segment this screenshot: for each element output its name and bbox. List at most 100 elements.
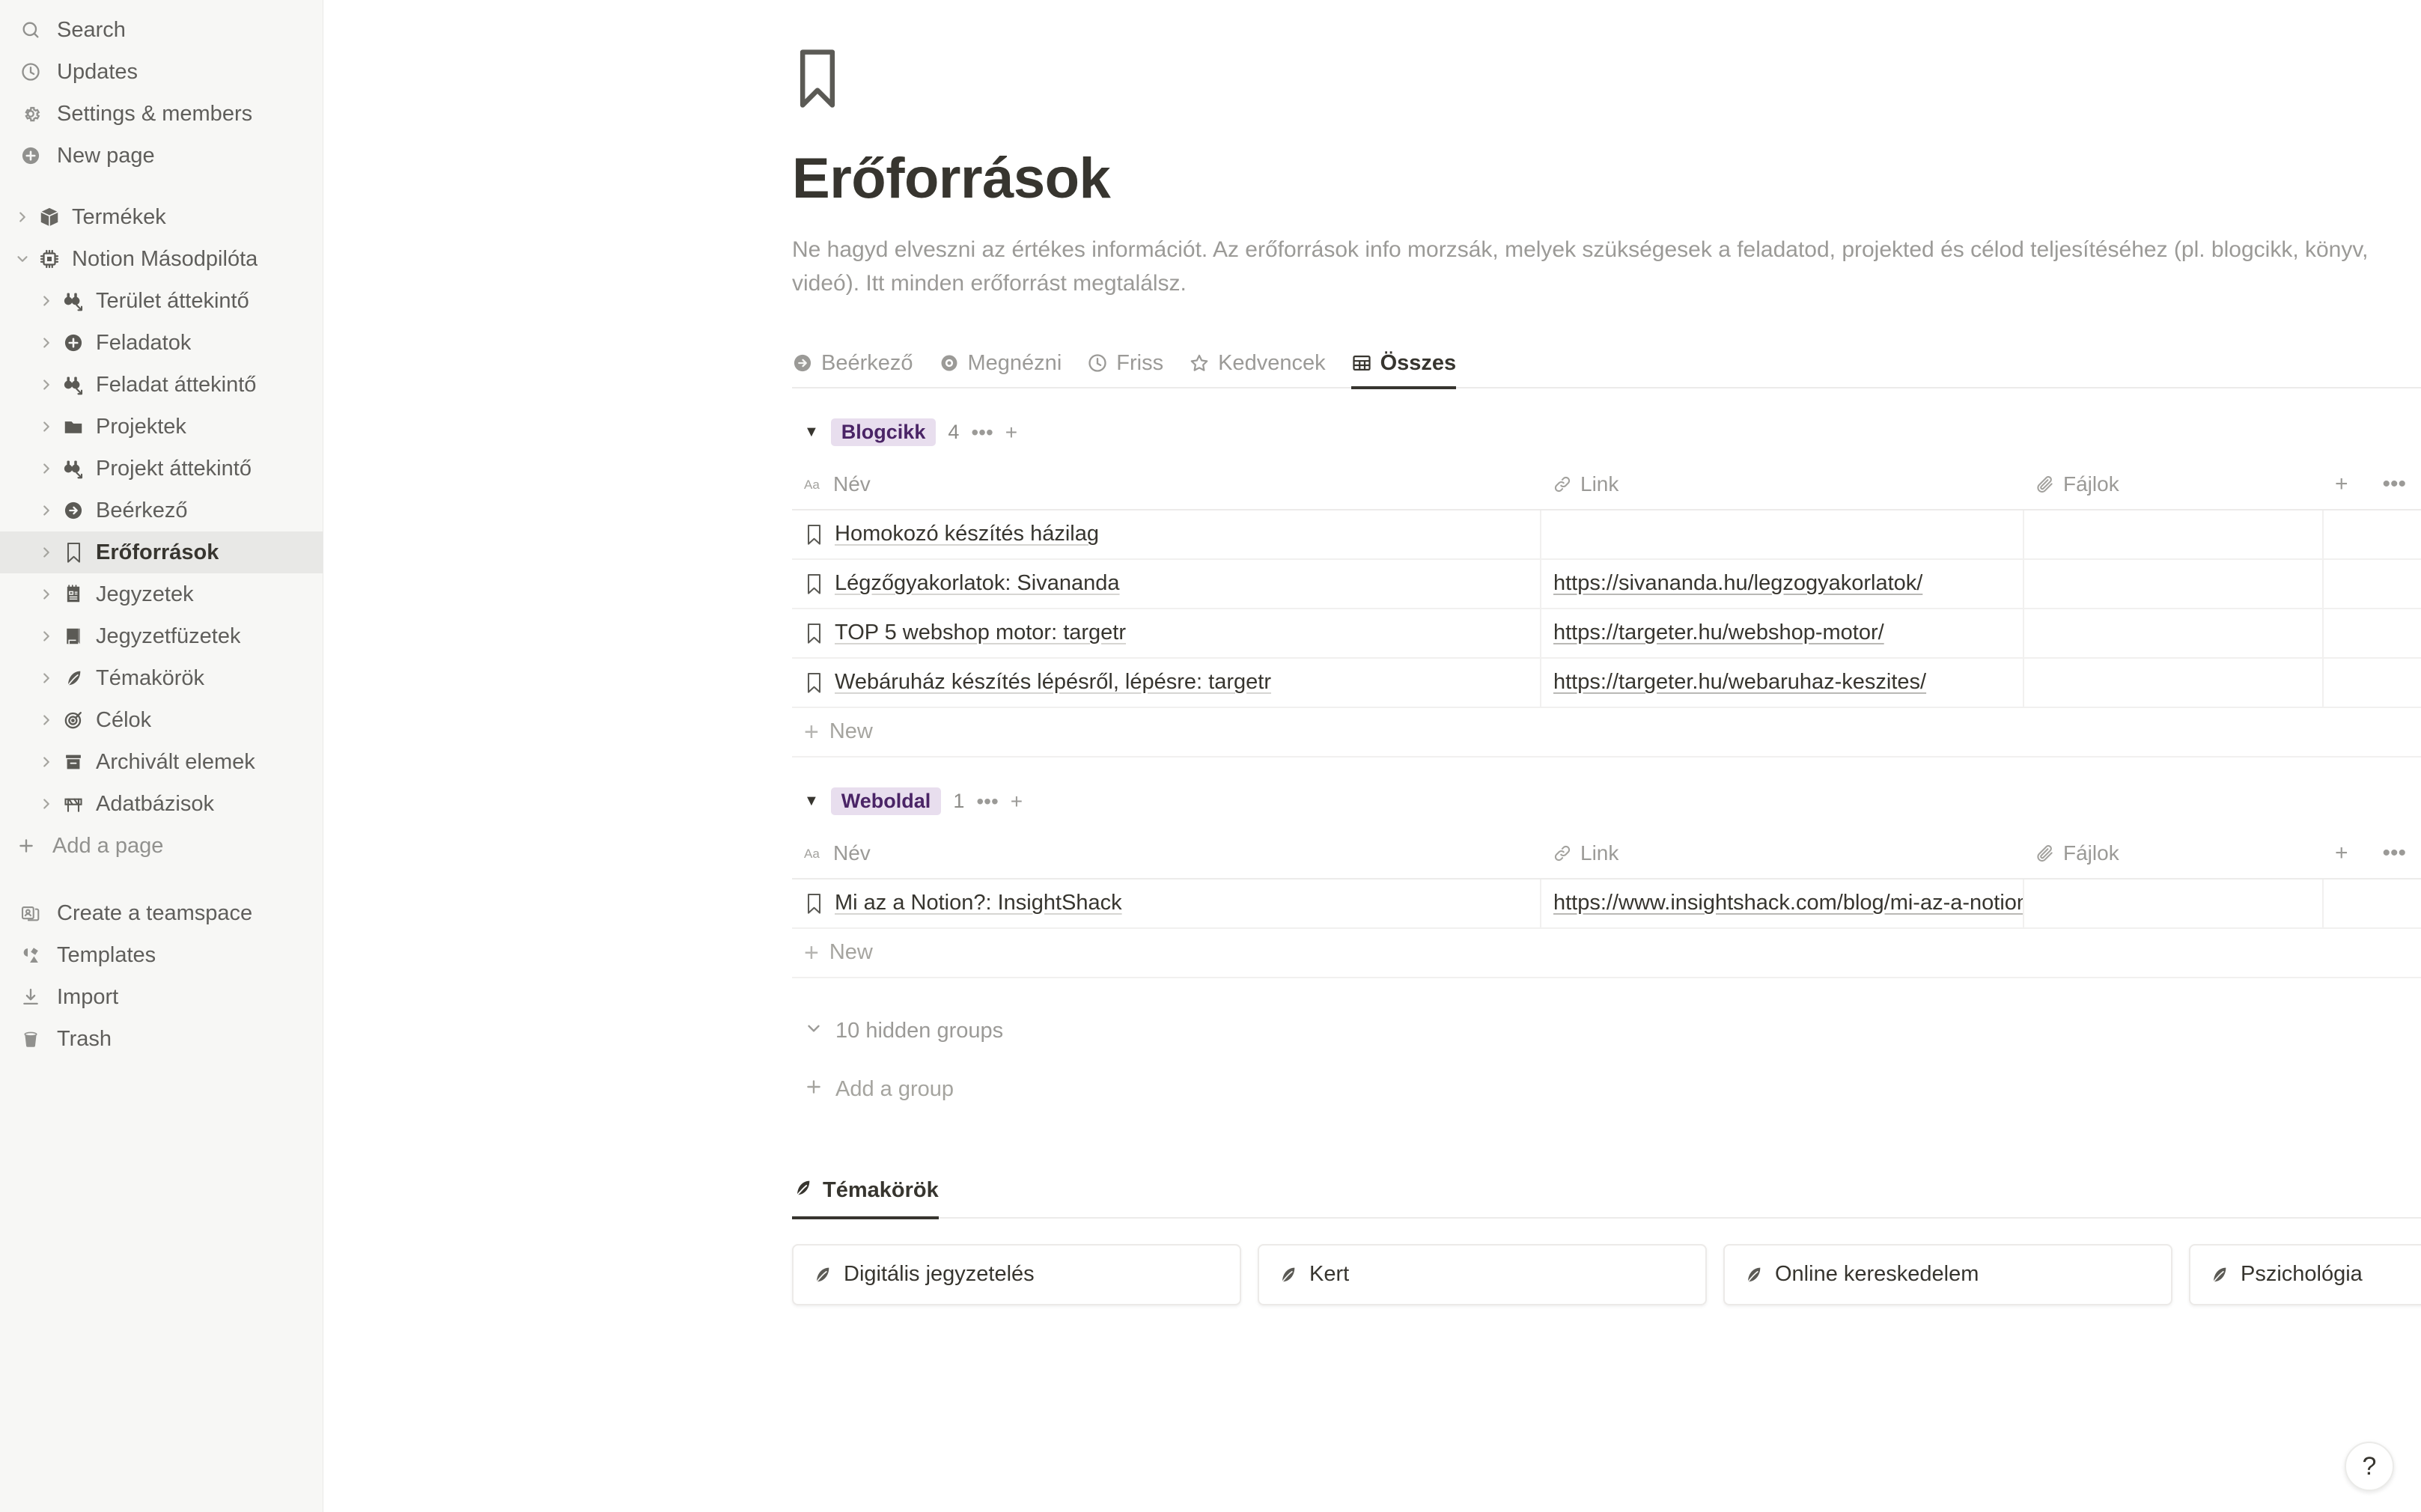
chevron-right-icon[interactable]: [34, 708, 58, 732]
cell-link[interactable]: https://sivananda.hu/legzogyakorlatok/: [1541, 558, 2024, 609]
sidebar-item-adatbázisok[interactable]: Adatbázisok: [0, 783, 323, 825]
cell-fajlok[interactable]: [2023, 608, 2324, 659]
chevron-right-icon[interactable]: [34, 415, 58, 439]
column-header-fajlok[interactable]: Fájlok: [2023, 460, 2323, 510]
chevron-right-icon[interactable]: [34, 499, 58, 522]
column-header-link[interactable]: Link: [1541, 460, 2023, 510]
sidebar-item-témakörök[interactable]: Témakörök: [0, 657, 323, 699]
temakor-card[interactable]: Kert: [1258, 1243, 1707, 1305]
cell-link[interactable]: https://targeter.hu/webaruhaz-keszites/: [1541, 657, 2024, 708]
table-row[interactable]: Homokozó készítés házilag: [792, 509, 2421, 560]
help-button[interactable]: ?: [2345, 1442, 2394, 1491]
group-add-button[interactable]: +: [1005, 421, 1017, 443]
group-name-tag[interactable]: Weboldal: [830, 787, 942, 816]
sidebar-item-updates[interactable]: Updates: [0, 51, 323, 93]
table-row[interactable]: Légzőgyakorlatok: Sivananda https://sivan…: [792, 558, 2421, 609]
chevron-right-icon[interactable]: [34, 582, 58, 606]
sidebar-item-search[interactable]: Search: [0, 9, 323, 51]
sidebar-item-new-page[interactable]: New page: [0, 135, 323, 177]
sidebar-item-terület-áttekintő[interactable]: Terület áttekintő: [0, 280, 323, 322]
row-link[interactable]: https://targeter.hu/webshop-motor/: [1553, 621, 2022, 645]
sidebar-item-projektek[interactable]: Projektek: [0, 406, 323, 448]
column-header-nev[interactable]: Aa Név: [792, 460, 1541, 510]
cell-fajlok[interactable]: [2023, 657, 2324, 708]
sidebar-top-nav: Search Updates Settings & members New page: [0, 9, 323, 177]
table-row[interactable]: Mi az a Notion?: InsightShack https://www…: [792, 878, 2421, 929]
view-tab-összes[interactable]: Összes: [1350, 351, 1457, 389]
sidebar-item-settings-members[interactable]: Settings & members: [0, 93, 323, 135]
view-tab-kedvencek[interactable]: Kedvencek: [1189, 351, 1326, 389]
sidebar-item-templates[interactable]: Templates: [0, 934, 323, 976]
chevron-right-icon[interactable]: [34, 331, 58, 355]
chevron-right-icon[interactable]: [34, 792, 58, 816]
cell-nev[interactable]: TOP 5 webshop motor: targetr: [792, 608, 1541, 659]
group-options-button[interactable]: •••: [971, 421, 993, 443]
column-header-link[interactable]: Link: [1541, 829, 2023, 880]
add-column-button[interactable]: +: [2335, 473, 2348, 496]
temakor-card[interactable]: Digitális jegyzetelés: [792, 1243, 1241, 1305]
column-header-fajlok[interactable]: Fájlok: [2023, 829, 2323, 880]
sidebar-add-a-page[interactable]: Add a page: [0, 825, 323, 867]
add-column-button[interactable]: +: [2335, 842, 2348, 865]
group-add-button[interactable]: +: [1011, 790, 1023, 812]
sidebar-item-archivált-elemek[interactable]: Archivált elemek: [0, 741, 323, 783]
chevron-down-icon[interactable]: ▼: [804, 793, 819, 810]
table-options-button[interactable]: •••: [2383, 473, 2407, 496]
hidden-groups-toggle[interactable]: 10 hidden groups: [792, 1019, 2376, 1044]
page-icon-bookmark-icon[interactable]: [792, 46, 2376, 115]
chevron-right-icon[interactable]: [34, 540, 58, 564]
cell-nev[interactable]: Mi az a Notion?: InsightShack: [792, 878, 1541, 929]
table-options-button[interactable]: •••: [2383, 842, 2407, 865]
sidebar-item-jegyzetek[interactable]: Jegyzetek: [0, 573, 323, 615]
sidebar-item-import[interactable]: Import: [0, 976, 323, 1018]
temakor-card[interactable]: Pszichológia: [2189, 1243, 2421, 1305]
view-tab-friss[interactable]: Friss: [1087, 351, 1163, 389]
chevron-right-icon[interactable]: [10, 205, 34, 229]
temakor-card[interactable]: Online kereskedelem: [1723, 1243, 2172, 1305]
cell-fajlok[interactable]: [2023, 878, 2324, 929]
chevron-right-icon[interactable]: [34, 457, 58, 481]
sidebar-item-erőforrások[interactable]: Erőforrások: [0, 531, 323, 573]
sidebar-item-célok[interactable]: Célok: [0, 699, 323, 741]
sidebar-item-projekt-áttekintő[interactable]: Projekt áttekintő: [0, 448, 323, 490]
new-row-button[interactable]: + New: [792, 708, 2421, 757]
row-link[interactable]: https://targeter.hu/webaruhaz-keszites/: [1553, 670, 2022, 695]
chevron-right-icon[interactable]: [34, 373, 58, 397]
cell-link[interactable]: https://www.insightshack.com/blog/mi-az-…: [1541, 878, 2024, 929]
cell-nev[interactable]: Homokozó készítés házilag: [792, 509, 1541, 560]
chevron-right-icon[interactable]: [34, 624, 58, 648]
cell-link[interactable]: https://targeter.hu/webshop-motor/: [1541, 608, 2024, 659]
sidebar-item-trash[interactable]: Trash: [0, 1018, 323, 1060]
chevron-down-icon[interactable]: ▼: [804, 424, 819, 441]
sidebar-item-create-a-teamspace[interactable]: Create a teamspace: [0, 892, 323, 934]
chevron-right-icon[interactable]: [34, 289, 58, 313]
sidebar-item-feladatok[interactable]: Feladatok: [0, 322, 323, 364]
chevron-right-icon[interactable]: [34, 750, 58, 774]
group-options-button[interactable]: •••: [976, 790, 998, 812]
tab-temakorok[interactable]: Témakörök: [792, 1177, 939, 1219]
chevron-down-icon[interactable]: [10, 247, 34, 271]
view-tab-megnézni[interactable]: Megnézni: [939, 351, 1062, 389]
cell-link[interactable]: [1541, 509, 2024, 560]
sidebar-item-label: Feladatok: [96, 330, 192, 355]
group-name-tag[interactable]: Blogcikk: [830, 418, 937, 447]
sidebar-item-beérkező[interactable]: Beérkező: [0, 490, 323, 531]
row-link[interactable]: https://sivananda.hu/legzogyakorlatok/: [1553, 571, 2022, 596]
new-row-button[interactable]: + New: [792, 929, 2421, 978]
add-a-group-button[interactable]: Add a group: [792, 1077, 2376, 1103]
sidebar-item-termékek[interactable]: Termékek: [0, 196, 323, 238]
view-tab-label: Kedvencek: [1218, 350, 1326, 375]
cell-fajlok[interactable]: [2023, 558, 2324, 609]
column-header-nev[interactable]: Aa Név: [792, 829, 1541, 880]
chevron-right-icon[interactable]: [34, 666, 58, 690]
row-link[interactable]: https://www.insightshack.com/blog/mi-az-…: [1553, 891, 2022, 915]
table-row[interactable]: TOP 5 webshop motor: targetr https://targ…: [792, 608, 2421, 659]
cell-nev[interactable]: Webáruház készítés lépésről, lépésre: ta…: [792, 657, 1541, 708]
view-tab-beérkező[interactable]: Beérkező: [792, 351, 913, 389]
sidebar-item-feladat-áttekintő[interactable]: Feladat áttekintő: [0, 364, 323, 406]
table-row[interactable]: Webáruház készítés lépésről, lépésre: ta…: [792, 657, 2421, 708]
sidebar-item-jegyzetfüzetek[interactable]: Jegyzetfüzetek: [0, 615, 323, 657]
cell-nev[interactable]: Légzőgyakorlatok: Sivananda: [792, 558, 1541, 609]
sidebar-item-notion-másodpilóta[interactable]: Notion Másodpilóta: [0, 238, 323, 280]
cell-fajlok[interactable]: [2023, 509, 2324, 560]
